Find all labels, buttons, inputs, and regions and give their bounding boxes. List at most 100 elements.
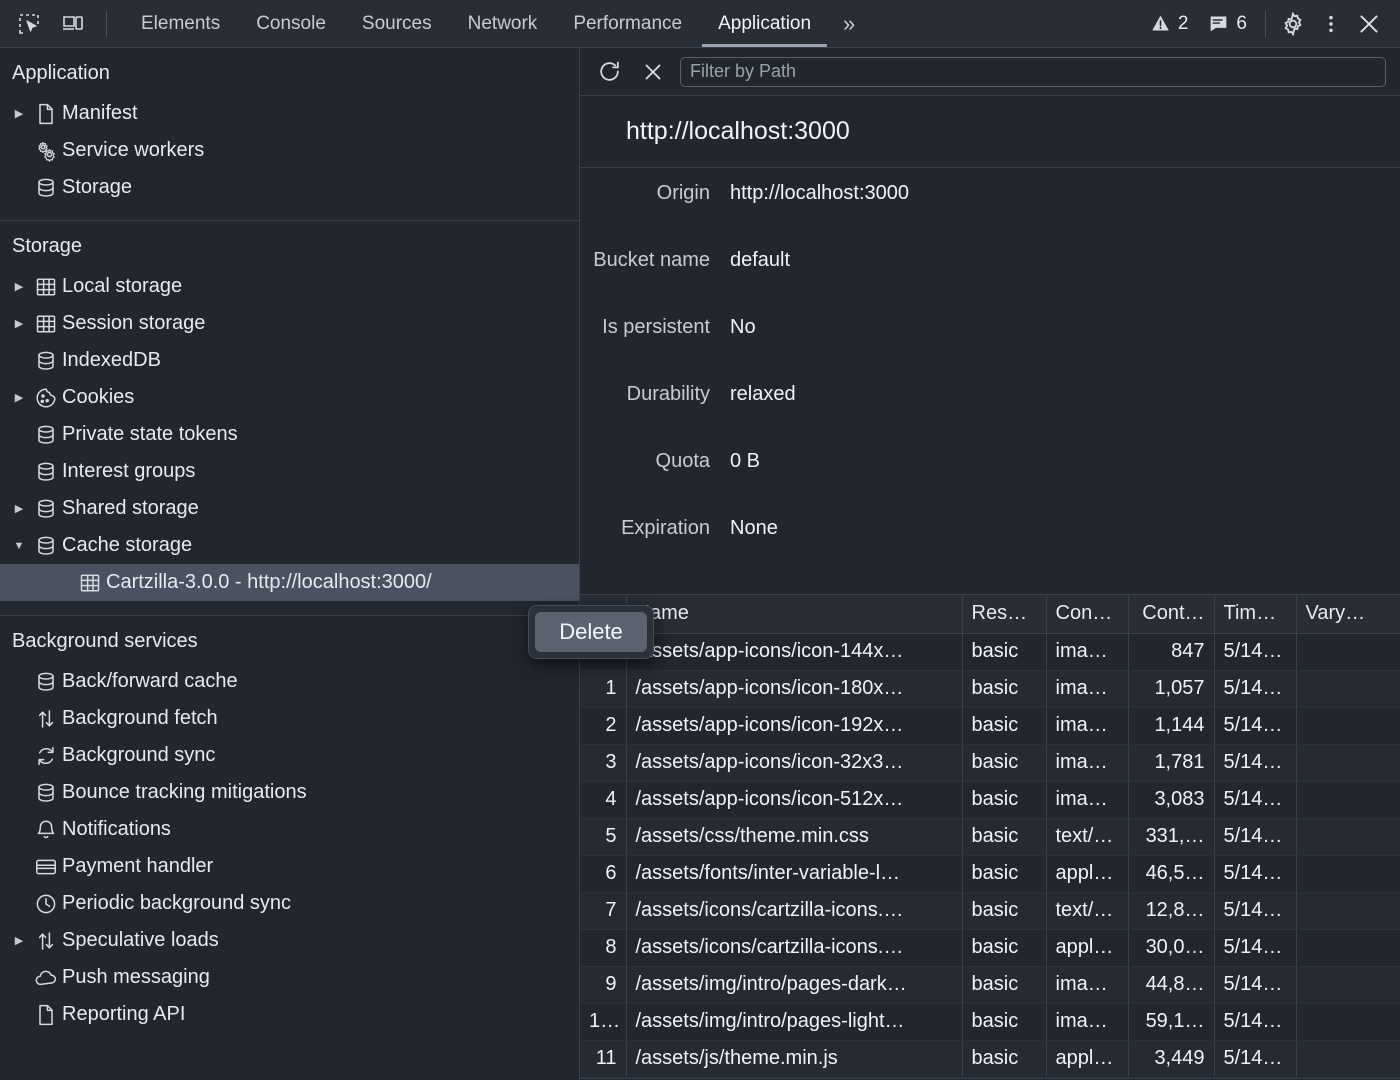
table-row[interactable]: 8/assets/icons/cartzilla-icons.…basicapp…	[580, 929, 1400, 966]
cell-name: /assets/img/intro/pages-light…	[626, 1003, 962, 1040]
sidebar-item-speculative-loads[interactable]: ▶Speculative loads	[0, 922, 579, 959]
cell-res: basic	[962, 1003, 1046, 1040]
updown-arrows-icon	[30, 707, 62, 731]
cell-name: /assets/app-icons/icon-512x…	[626, 781, 962, 818]
cell-cont: 3,083	[1128, 781, 1214, 818]
sidebar-item-local-storage[interactable]: ▶ Local storage	[0, 268, 579, 305]
cell-res: basic	[962, 633, 1046, 670]
cell-cont: 59,1…	[1128, 1003, 1214, 1040]
gear-icon[interactable]	[1276, 7, 1310, 41]
cell-res: basic	[962, 707, 1046, 744]
table-row[interactable]: 1/assets/app-icons/icon-180x…basicima…1,…	[580, 670, 1400, 707]
sidebar-item-manifest[interactable]: ▶Manifest	[0, 95, 579, 132]
messages-counter[interactable]: 6	[1200, 13, 1255, 35]
sidebar-item-payment-handler[interactable]: Payment handler	[0, 848, 579, 885]
column-header-response-type[interactable]: Res…	[962, 595, 1046, 633]
cell-res: basic	[962, 1040, 1046, 1077]
sidebar-item-label: Local storage	[62, 275, 182, 298]
table-row[interactable]: 2/assets/app-icons/icon-192x…basicima…1,…	[580, 707, 1400, 744]
gears-icon	[30, 139, 62, 163]
refresh-icon[interactable]	[592, 55, 626, 89]
inspect-element-icon[interactable]	[12, 7, 46, 41]
cell-con: appl…	[1046, 1040, 1128, 1077]
sidebar-item-periodic-background-sync[interactable]: Periodic background sync	[0, 885, 579, 922]
cell-num: 2	[580, 707, 626, 744]
context-menu-item-delete[interactable]: Delete	[535, 612, 647, 652]
table-row[interactable]: 11/assets/js/theme.min.jsbasicappl…3,449…	[580, 1040, 1400, 1077]
chevron-down-icon[interactable]: ▼	[8, 540, 30, 552]
more-tabs-icon[interactable]: »	[829, 0, 867, 47]
cell-name: /assets/app-icons/icon-144x…	[626, 633, 962, 670]
table-row[interactable]: 4/assets/app-icons/icon-512x…basicima…3,…	[580, 781, 1400, 818]
cell-vary	[1296, 707, 1400, 744]
sidebar-item-background-sync[interactable]: Background sync	[0, 737, 579, 774]
chevron-right-icon[interactable]: ▶	[8, 391, 30, 404]
cell-tim: 5/14…	[1214, 670, 1296, 707]
sidebar-item-reporting-api[interactable]: Reporting API	[0, 996, 579, 1033]
tab-performance[interactable]: Performance	[555, 0, 700, 47]
cell-con: ima…	[1046, 1003, 1128, 1040]
detail-value: http://localhost:3000	[730, 182, 909, 205]
table-row[interactable]: 3/assets/app-icons/icon-32x3…basicima…1,…	[580, 744, 1400, 781]
more-options-icon[interactable]	[1314, 7, 1348, 41]
sidebar-item-storage[interactable]: Storage	[0, 169, 579, 206]
column-header-content-length[interactable]: Cont…	[1128, 595, 1214, 633]
tab-elements[interactable]: Elements	[123, 0, 238, 47]
tab-sources-label: Sources	[362, 13, 432, 35]
sidebar-item-back-forward-cache[interactable]: Back/forward cache	[0, 663, 579, 700]
tab-application[interactable]: Application	[700, 0, 829, 47]
sidebar-item-cache-storage[interactable]: ▼Cache storage	[0, 527, 579, 564]
column-header-time-cached[interactable]: Tim…	[1214, 595, 1296, 633]
chevron-right-icon[interactable]: ▶	[8, 502, 30, 515]
sidebar-item-bounce-tracking-mitigations[interactable]: Bounce tracking mitigations	[0, 774, 579, 811]
tab-console[interactable]: Console	[238, 0, 344, 47]
table-row[interactable]: 5/assets/css/theme.min.cssbasictext/…331…	[580, 818, 1400, 855]
chevron-right-icon[interactable]: ▶	[8, 107, 30, 120]
table-row[interactable]: 0/assets/app-icons/icon-144x…basicima…84…	[580, 633, 1400, 670]
column-header-vary-header[interactable]: Vary…	[1296, 595, 1400, 633]
sidebar-item-label: Bounce tracking mitigations	[62, 781, 307, 804]
chevron-right-icon[interactable]: ▶	[8, 317, 30, 330]
column-header-content-type[interactable]: Con…	[1046, 595, 1128, 633]
sidebar-item-label: Background fetch	[62, 707, 218, 730]
sidebar-item-private-state-tokens[interactable]: Private state tokens	[0, 416, 579, 453]
detail-row: Durabilityrelaxed	[580, 383, 1400, 450]
close-icon[interactable]	[1352, 7, 1386, 41]
sidebar-item-session-storage[interactable]: ▶Session storage	[0, 305, 579, 342]
sidebar-item-shared-storage[interactable]: ▶Shared storage	[0, 490, 579, 527]
tab-network[interactable]: Network	[450, 0, 556, 47]
sidebar-item-push-messaging[interactable]: Push messaging	[0, 959, 579, 996]
chevron-right-icon[interactable]: ▶	[8, 934, 30, 947]
document-icon	[30, 1003, 62, 1027]
table-body: 0/assets/app-icons/icon-144x…basicima…84…	[580, 633, 1400, 1077]
application-sidebar[interactable]: Application▶ManifestService workersStora…	[0, 48, 580, 1080]
sidebar-item-indexeddb[interactable]: IndexedDB	[0, 342, 579, 379]
sidebar-section-storage: Storage▶Local storage▶Session storageInd…	[0, 221, 579, 607]
chevron-right-icon[interactable]: ▶	[8, 280, 30, 293]
sidebar-item-background-fetch[interactable]: Background fetch	[0, 700, 579, 737]
sidebar-item-cartzilla-3-0-0-http-localhost-3000[interactable]: Cartzilla-3.0.0 - http://localhost:3000/	[0, 564, 579, 601]
filter-input[interactable]	[680, 57, 1386, 87]
clear-icon[interactable]	[636, 55, 670, 89]
sidebar-item-cookies[interactable]: ▶Cookies	[0, 379, 579, 416]
cell-num: 9	[580, 966, 626, 1003]
device-toolbar-icon[interactable]	[56, 7, 90, 41]
table-head: # Name Res… Con… Cont… Tim… Vary…	[580, 595, 1400, 633]
table-row[interactable]: 6/assets/fonts/inter-variable-l…basicapp…	[580, 855, 1400, 892]
table-row[interactable]: 7/assets/icons/cartzilla-icons.…basictex…	[580, 892, 1400, 929]
table-row[interactable]: 9/assets/img/intro/pages-dark…basicima…4…	[580, 966, 1400, 1003]
detail-row: Bucket namedefault	[580, 249, 1400, 316]
detail-row: Originhttp://localhost:3000	[580, 182, 1400, 249]
sidebar-item-service-workers[interactable]: Service workers	[0, 132, 579, 169]
cell-res: basic	[962, 855, 1046, 892]
context-menu[interactable]: Delete	[528, 605, 654, 659]
warnings-counter[interactable]: 2	[1142, 13, 1197, 35]
cell-num: 3	[580, 744, 626, 781]
sidebar-item-label: Interest groups	[62, 460, 195, 483]
column-header-name[interactable]: Name	[626, 595, 962, 633]
table-row[interactable]: 1…/assets/img/intro/pages-light…basicima…	[580, 1003, 1400, 1040]
sidebar-item-notifications[interactable]: Notifications	[0, 811, 579, 848]
tab-sources[interactable]: Sources	[344, 0, 450, 47]
cell-name: /assets/app-icons/icon-32x3…	[626, 744, 962, 781]
sidebar-item-interest-groups[interactable]: Interest groups	[0, 453, 579, 490]
